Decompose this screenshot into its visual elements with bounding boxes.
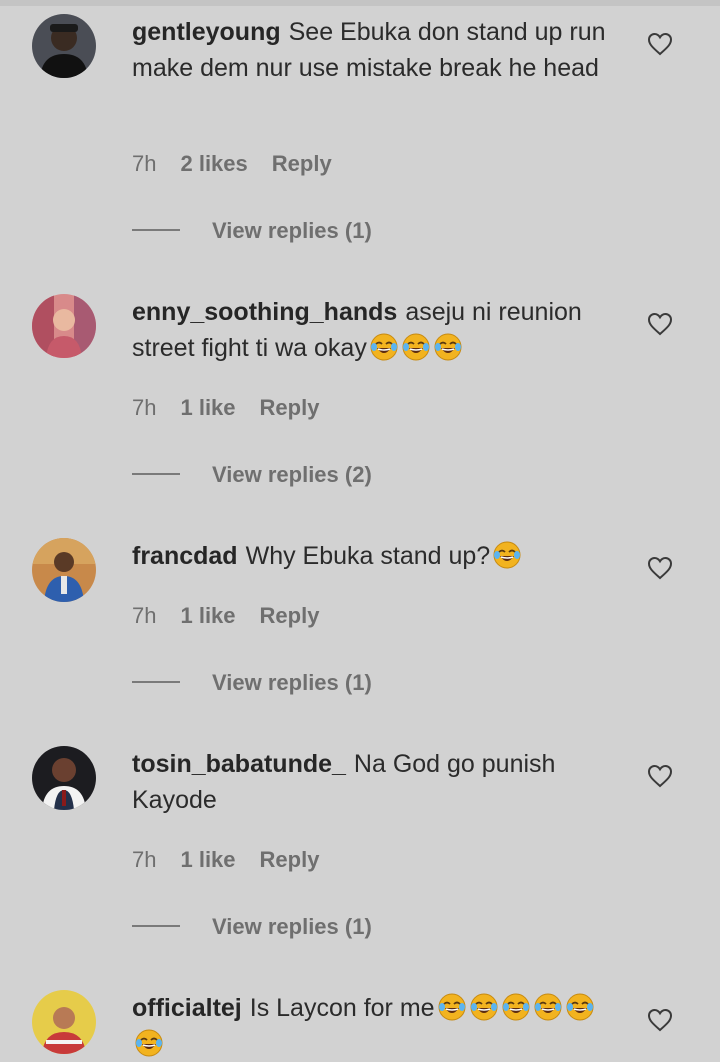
view-replies-label: View replies (1): [212, 914, 372, 939]
face-with-tears-of-joy-emoji: [401, 332, 431, 362]
comment-body: francdad Why Ebuka stand up?: [132, 538, 620, 574]
emoji-group: [367, 332, 463, 362]
top-divider: [0, 0, 720, 6]
comment-likes[interactable]: 1 like: [180, 394, 235, 422]
face-with-tears-of-joy-emoji: [437, 992, 467, 1022]
replies-divider: [132, 925, 180, 928]
comment-meta: 7h 1 like Reply: [132, 602, 319, 630]
comment-username[interactable]: gentleyoung: [132, 18, 281, 46]
replies-divider: [132, 681, 180, 684]
reply-button[interactable]: Reply: [260, 602, 320, 630]
comment-time: 7h: [132, 151, 157, 176]
avatar[interactable]: [32, 538, 96, 602]
face-with-tears-of-joy-emoji: [501, 992, 531, 1022]
view-replies-label: View replies (2): [212, 462, 372, 487]
comment-username[interactable]: enny_soothing_hands: [132, 298, 397, 326]
comment-meta: 7h 1 like Reply: [132, 394, 319, 422]
comment-body: tosin_babatunde_ Na God go punish Kayode: [132, 746, 620, 818]
face-with-tears-of-joy-emoji: [433, 332, 463, 362]
comment-likes[interactable]: 1 like: [180, 602, 235, 630]
comment-time: 7h: [132, 395, 157, 420]
heart-outline-icon[interactable]: [646, 554, 674, 582]
reply-button[interactable]: Reply: [260, 846, 320, 874]
face-with-tears-of-joy-emoji: [469, 992, 499, 1022]
view-replies-label: View replies (1): [212, 218, 372, 243]
comment-body: enny_soothing_hands aseju ni reunion stre…: [132, 294, 620, 366]
face-with-tears-of-joy-emoji: [134, 1028, 164, 1058]
reply-button[interactable]: Reply: [260, 394, 320, 422]
comment-username[interactable]: officialtej: [132, 994, 242, 1022]
replies-divider: [132, 229, 180, 232]
comment-meta: 7h 2 likes Reply: [132, 150, 332, 178]
comment-body: gentleyoung See Ebuka don stand up run ma…: [132, 14, 620, 86]
view-replies-button[interactable]: View replies (1): [132, 669, 372, 697]
heart-outline-icon[interactable]: [646, 30, 674, 58]
avatar[interactable]: [32, 14, 96, 78]
avatar[interactable]: [32, 294, 96, 358]
comment-likes[interactable]: 2 likes: [180, 150, 247, 178]
comment-body: officialtej Is Laycon for me: [132, 990, 620, 1062]
face-with-tears-of-joy-emoji: [369, 332, 399, 362]
face-with-tears-of-joy-emoji: [565, 992, 595, 1022]
comment-time: 7h: [132, 603, 157, 628]
avatar[interactable]: [32, 990, 96, 1054]
comment-likes[interactable]: 1 like: [180, 846, 235, 874]
heart-outline-icon[interactable]: [646, 762, 674, 790]
view-replies-label: View replies (1): [212, 670, 372, 695]
comment-text: Is Laycon for me: [249, 994, 435, 1022]
face-with-tears-of-joy-emoji: [533, 992, 563, 1022]
heart-outline-icon[interactable]: [646, 1006, 674, 1034]
view-replies-button[interactable]: View replies (2): [132, 461, 372, 489]
heart-outline-icon[interactable]: [646, 310, 674, 338]
view-replies-button[interactable]: View replies (1): [132, 913, 372, 941]
view-replies-button[interactable]: View replies (1): [132, 217, 372, 245]
comment-time: 7h: [132, 847, 157, 872]
comment-text: Why Ebuka stand up?: [245, 542, 491, 570]
replies-divider: [132, 473, 180, 476]
comment-meta: 7h 1 like Reply: [132, 846, 319, 874]
avatar[interactable]: [32, 746, 96, 810]
comment-username[interactable]: tosin_babatunde_: [132, 750, 346, 778]
reply-button[interactable]: Reply: [272, 150, 332, 178]
comment-username[interactable]: francdad: [132, 542, 238, 570]
emoji-group: [490, 540, 522, 570]
face-with-tears-of-joy-emoji: [492, 540, 522, 570]
